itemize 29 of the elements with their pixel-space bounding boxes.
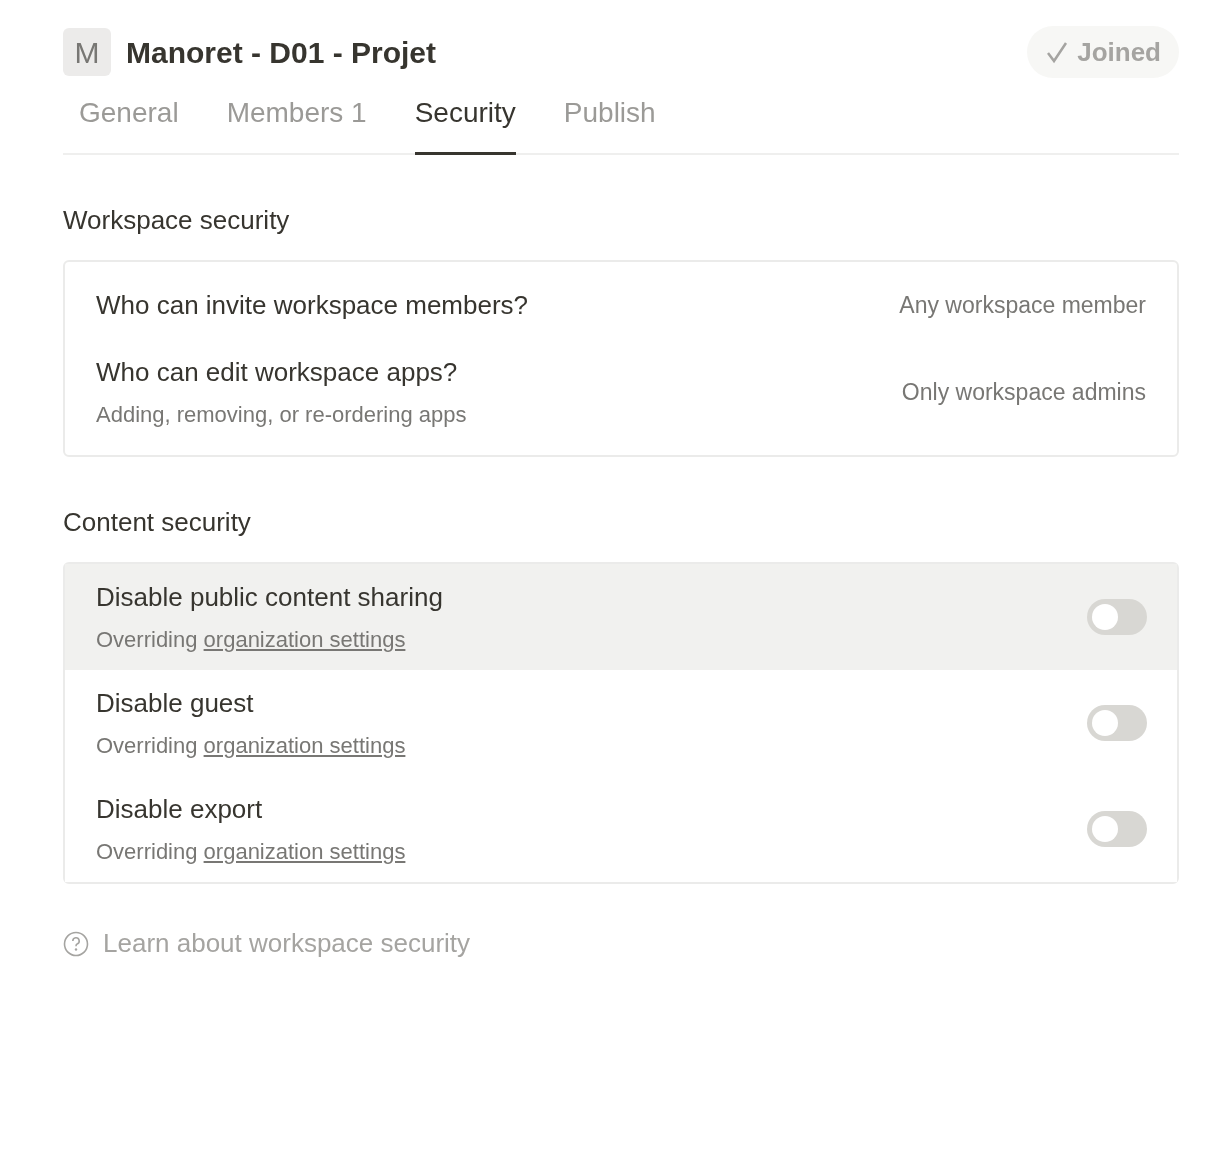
setting-value[interactable]: Only workspace admins	[901, 374, 1146, 410]
setting-label: Who can invite workspace members?	[96, 289, 529, 322]
setting-label: Disable guest	[96, 687, 255, 720]
setting-label: Disable export	[96, 793, 264, 826]
tab[interactable]: Members 1	[226, 92, 367, 155]
tab[interactable]: Security	[414, 92, 516, 155]
joined-button[interactable]: Joined	[1027, 26, 1179, 78]
toggle-switch[interactable]	[1087, 811, 1147, 847]
help-link[interactable]: Learn about workspace security	[63, 924, 1179, 963]
section-heading: Workspace security	[63, 204, 291, 237]
setting-value[interactable]: Any workspace member	[899, 288, 1146, 323]
help-icon	[63, 930, 89, 957]
workspace-avatar: M	[63, 28, 111, 76]
toggle-switch[interactable]	[1087, 705, 1147, 741]
setting-note: Overriding organization settings	[96, 732, 406, 760]
workspace-name: Manoret - D01 - Projet	[126, 34, 437, 71]
checkmark-icon	[1045, 40, 1070, 64]
tab[interactable]: General	[79, 92, 179, 155]
organization-settings-link[interactable]: organization settings	[203, 733, 406, 758]
tab[interactable]: Publish	[563, 92, 656, 155]
setting-note: Overriding organization settings	[96, 626, 407, 654]
setting-label: Disable public content sharing	[96, 581, 443, 614]
setting-note: Overriding organization settings	[96, 838, 406, 866]
section-heading: Content security	[63, 506, 252, 539]
organization-settings-link[interactable]: organization settings	[203, 627, 406, 652]
setting-description: Adding, removing, or re-ordering apps	[96, 401, 467, 429]
organization-settings-link[interactable]: organization settings	[203, 839, 406, 864]
toggle-switch[interactable]	[1087, 599, 1147, 635]
setting-label: Who can edit workspace apps?	[96, 356, 459, 389]
